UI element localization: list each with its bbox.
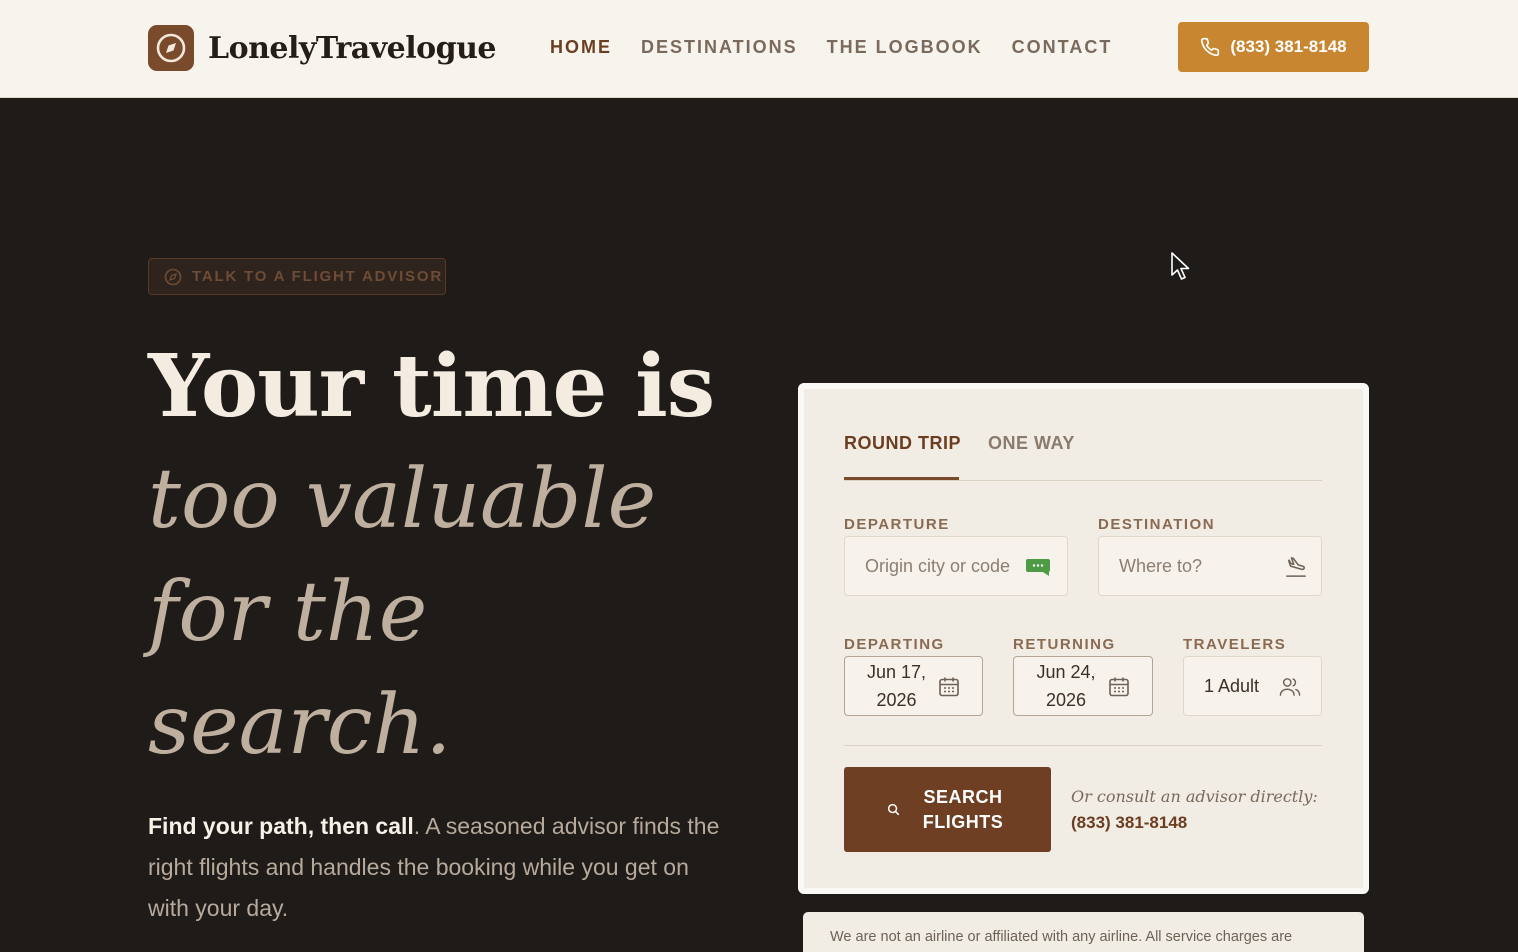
returning-date-line2: 2026 [1045,690,1087,710]
tab-one-way[interactable]: ONE WAY [988,433,1075,454]
returning-date-input[interactable]: Jun 24, 2026 [1013,656,1153,716]
advisor-badge: TALK TO A FLIGHT ADVISOR [148,258,446,295]
nav-contact[interactable]: CONTACT [1012,37,1113,58]
advisor-badge-label: TALK TO A FLIGHT ADVISOR [192,268,443,285]
call-phone-label: (833) 381-8148 [1230,37,1347,56]
site-header: LonelyTravelogue HOME DESTINATIONS THE L… [0,0,1518,98]
consult-phone-link[interactable]: (833) 381-8148 [1071,813,1318,833]
returning-label: RETURNING [1013,636,1116,653]
consult-text: Or consult an advisor directly: [1071,787,1318,806]
headline-line-2: too valuable [148,452,657,547]
departing-label: DEPARTING [844,636,945,653]
search-button-line2: FLIGHTS [922,811,1004,832]
main-nav: HOME DESTINATIONS THE LOGBOOK CONTACT [550,37,1141,58]
compass-logo-icon [148,25,194,71]
headline-line-3: for the [148,565,428,660]
compass-icon [164,268,182,285]
search-flights-button[interactable]: SEARCH FLIGHTS [844,767,1051,852]
trip-type-tabs: ROUND TRIP ONE WAY [844,433,1322,481]
flight-search-card: ROUND TRIP ONE WAY DEPARTURE Origin city… [798,383,1369,894]
hero-subtext-bold: Find your path, then call [148,813,414,839]
travelers-label: TRAVELERS [1183,636,1287,653]
call-phone-button[interactable]: (833) 381-8148 [1178,22,1369,72]
departing-date-input[interactable]: Jun 17, 2026 [844,656,983,716]
destination-placeholder: Where to? [1119,555,1203,576]
cursor-pointer-icon [1171,252,1190,280]
chat-bubble-icon[interactable] [1025,558,1053,576]
headline-line-1: Your time is [148,336,715,437]
travelers-input[interactable]: 1 Adult [1183,656,1322,716]
destination-input[interactable]: Where to? [1098,536,1322,596]
nav-home[interactable]: HOME [550,37,612,58]
departure-placeholder: Origin city or code [865,555,1011,576]
nav-logbook[interactable]: THE LOGBOOK [827,37,983,58]
calendar-icon [939,677,959,697]
brand-logo[interactable]: LonelyTravelogue [148,25,497,71]
returning-date-line1: Jun 24, [1036,662,1096,682]
tab-round-trip[interactable]: ROUND TRIP [844,433,961,454]
plane-landing-icon [1286,557,1306,577]
phone-icon [1201,37,1220,57]
search-icon [887,803,900,816]
consult-advisor: Or consult an advisor directly: (833) 38… [1071,787,1318,833]
departure-label: DEPARTURE [844,516,950,533]
search-button-line1: SEARCH [923,786,1003,807]
departure-input[interactable]: Origin city or code [844,536,1068,596]
brand-name: LonelyTravelogue [208,30,497,66]
hero-subtext: Find your path, then call. A seasoned ad… [148,806,728,929]
headline-line-4: search. [148,678,452,773]
users-icon [1279,678,1301,696]
card-divider [844,745,1322,746]
nav-destinations[interactable]: DESTINATIONS [641,37,798,58]
disclaimer-text: We are not an airline or affiliated with… [803,912,1364,952]
departing-date-line1: Jun 17, [866,662,927,682]
active-tab-indicator [844,477,959,480]
destination-label: DESTINATION [1098,516,1216,533]
departing-date-line2: 2026 [876,690,917,710]
travelers-value: 1 Adult [1204,675,1260,696]
calendar-icon [1109,677,1129,697]
hero-headline: Your time is too valuable for the search… [148,330,715,782]
